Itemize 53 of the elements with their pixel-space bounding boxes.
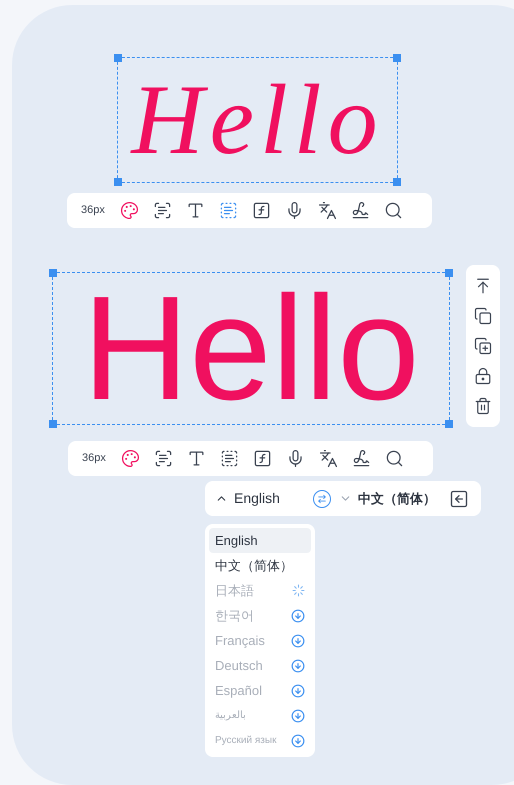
language-name: Русский язык bbox=[215, 734, 276, 748]
font-size-label[interactable]: 36px bbox=[81, 202, 105, 219]
language-name: Français bbox=[215, 632, 265, 650]
language-name: English bbox=[215, 532, 258, 550]
language-option[interactable]: Français bbox=[209, 628, 311, 653]
font-size-label[interactable]: 36px bbox=[82, 450, 106, 467]
handwritten-text: Hello bbox=[131, 70, 384, 170]
delete-icon[interactable] bbox=[474, 397, 492, 415]
language-name: 한국어 bbox=[215, 606, 254, 625]
palette-icon[interactable] bbox=[118, 200, 141, 222]
resize-handle[interactable] bbox=[445, 269, 453, 277]
target-language-dropdown[interactable]: 中文（简体） bbox=[339, 488, 449, 508]
resize-handle[interactable] bbox=[393, 54, 401, 62]
resize-handle[interactable] bbox=[49, 420, 57, 428]
language-option[interactable]: 中文（简体） bbox=[209, 553, 311, 578]
palette-icon[interactable] bbox=[120, 448, 142, 470]
language-option[interactable]: 한국어 bbox=[209, 603, 311, 628]
bring-to-top-icon[interactable] bbox=[474, 277, 492, 295]
resize-handle[interactable] bbox=[114, 54, 122, 62]
target-language-label: 中文（简体） bbox=[358, 490, 436, 508]
resize-handle[interactable] bbox=[445, 420, 453, 428]
source-language-label: English bbox=[234, 489, 280, 508]
duplicate-icon[interactable] bbox=[474, 337, 492, 355]
download-icon[interactable] bbox=[291, 658, 305, 672]
language-name: بالعربية bbox=[215, 709, 246, 723]
resize-handle[interactable] bbox=[114, 178, 122, 186]
swap-arrows-icon bbox=[317, 494, 327, 504]
language-option[interactable]: بالعربية bbox=[209, 703, 311, 728]
download-icon[interactable] bbox=[291, 708, 305, 722]
language-name: 日本語 bbox=[215, 582, 254, 600]
language-option[interactable]: 日本語 bbox=[209, 578, 311, 603]
source-language-dropdown[interactable]: English bbox=[215, 488, 313, 509]
resize-handle[interactable] bbox=[49, 269, 57, 277]
download-icon[interactable] bbox=[291, 608, 305, 622]
back-icon[interactable] bbox=[449, 488, 469, 508]
language-option[interactable]: Español bbox=[209, 678, 311, 703]
translate-icon[interactable] bbox=[316, 200, 339, 222]
language-name: Deutsch bbox=[215, 656, 263, 675]
language-option[interactable]: Русский язык bbox=[209, 728, 311, 753]
language-name: Español bbox=[215, 682, 262, 700]
language-name: 中文（简体） bbox=[215, 556, 293, 575]
loading-icon bbox=[292, 584, 305, 597]
copy-icon[interactable] bbox=[474, 307, 492, 325]
language-option[interactable]: Deutsch bbox=[209, 653, 311, 678]
download-icon[interactable] bbox=[291, 684, 305, 698]
lock-icon[interactable] bbox=[474, 367, 492, 385]
resize-handle[interactable] bbox=[393, 178, 401, 186]
swap-languages-button[interactable] bbox=[313, 490, 331, 508]
translate-icon[interactable] bbox=[318, 448, 340, 470]
download-icon[interactable] bbox=[291, 634, 305, 648]
typed-text: Hello bbox=[82, 274, 420, 422]
download-icon[interactable] bbox=[291, 734, 305, 748]
language-option[interactable]: English bbox=[209, 528, 311, 553]
